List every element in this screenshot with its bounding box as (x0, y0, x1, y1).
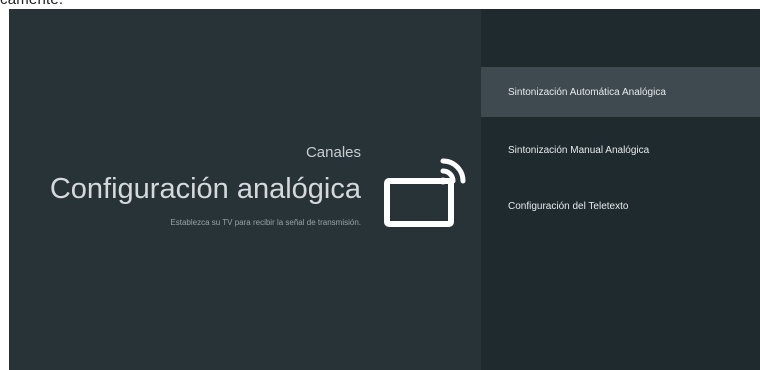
menu-item-automatic-analog-tuning[interactable]: Sintonización Automática Analógica (481, 67, 760, 117)
tv-settings-screen: Canales Configuración analógica Establez… (9, 9, 760, 370)
menu-item-label: Sintonización Automática Analógica (508, 86, 666, 98)
settings-menu: Sintonización Automática Analógica Sinto… (481, 9, 760, 370)
menu-item-label: Sintonización Manual Analógica (508, 144, 650, 156)
tv-signal-icon (384, 158, 466, 227)
menu-item-manual-analog-tuning[interactable]: Sintonización Manual Analógica (481, 125, 760, 175)
category-label: Canales (305, 144, 361, 161)
page-description: Establezca su TV para recibir la señal d… (170, 218, 361, 227)
menu-item-teletext-settings[interactable]: Configuración del Teletexto (481, 181, 760, 231)
menu-item-label: Configuración del Teletexto (508, 200, 629, 212)
section-header-pane: Canales Configuración analógica Establez… (9, 9, 481, 370)
top-fragment-text: camente. (0, 0, 63, 8)
page-title: Configuración analógica (49, 173, 361, 205)
